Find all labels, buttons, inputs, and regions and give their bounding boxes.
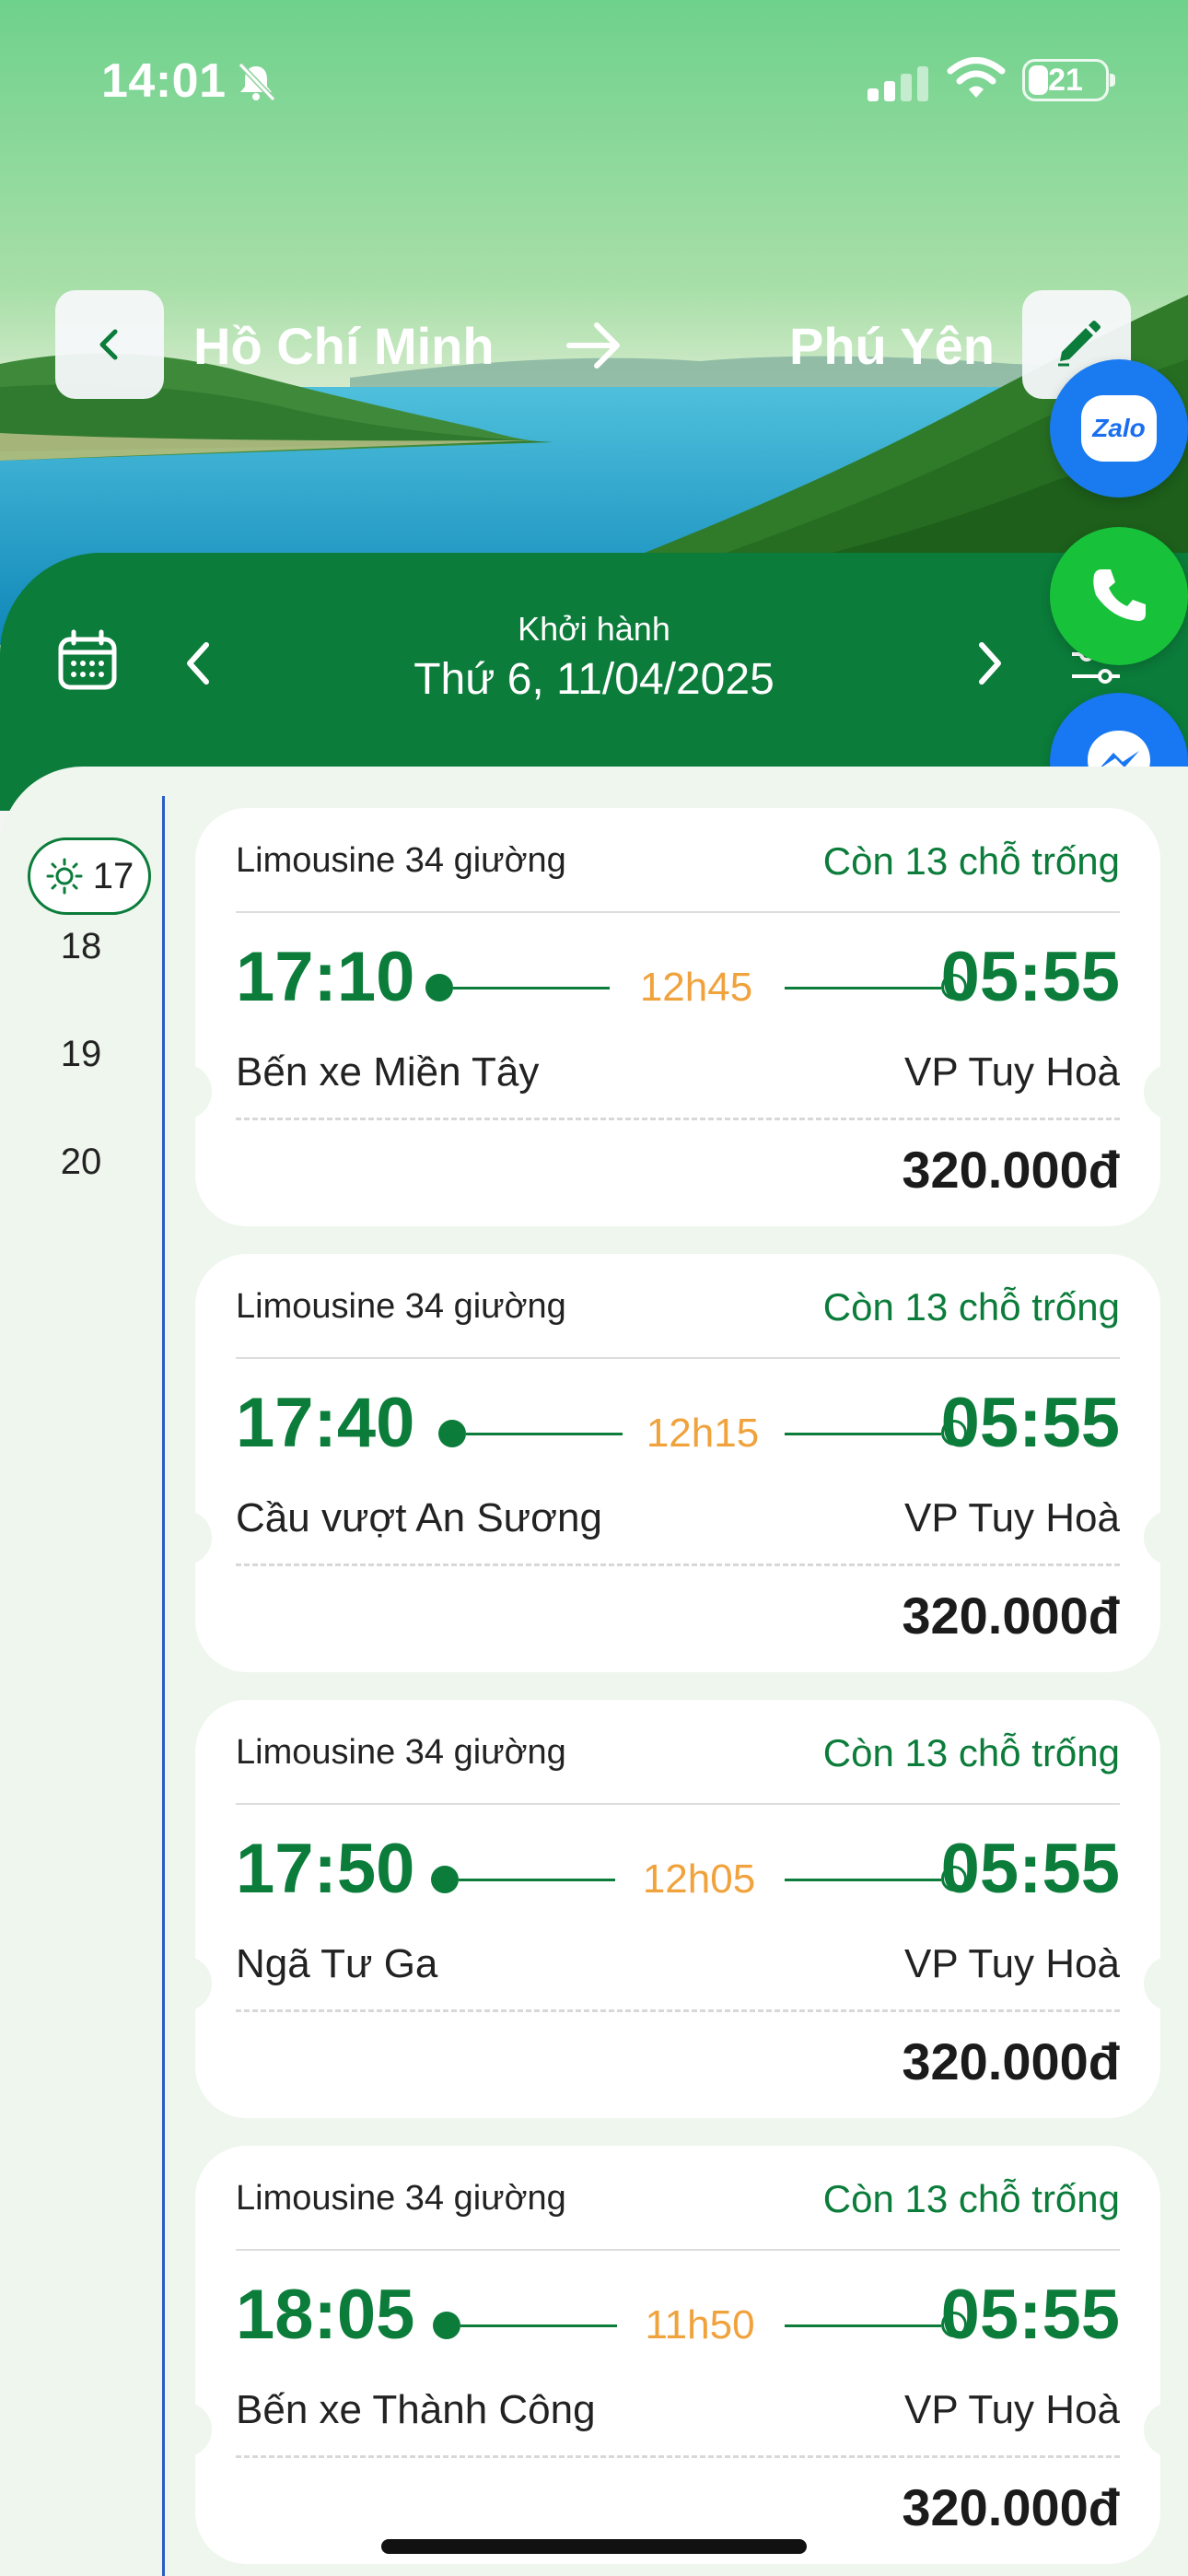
dashed-divider: [236, 2455, 1120, 2458]
bus-type: Limousine 34 giường: [236, 1733, 566, 1772]
departure-time: 18:05: [236, 2276, 415, 2354]
dropoff-station: VP Tuy Hoà: [904, 2387, 1120, 2432]
bell-muted-icon: [238, 62, 276, 102]
dropoff-station: VP Tuy Hoà: [904, 1049, 1120, 1095]
divider: [236, 911, 1120, 913]
dropoff-station: VP Tuy Hoà: [904, 1495, 1120, 1540]
arrow-right-icon: [566, 322, 620, 369]
origin-city: Hồ Chí Minh: [193, 317, 495, 375]
chevron-left-icon: [99, 329, 118, 360]
sun-icon: [46, 858, 83, 895]
pickup-station: Cầu vượt An Sương: [236, 1495, 602, 1540]
arrival-time: 05:55: [940, 1830, 1120, 1908]
arrival-time: 05:55: [940, 2276, 1120, 2354]
hour-item-19[interactable]: 19: [0, 1034, 162, 1075]
trip-card[interactable]: Limousine 34 giường Còn 13 chỗ trống 17:…: [179, 1254, 1177, 1672]
hour-item-17[interactable]: 17: [28, 837, 151, 915]
dashed-divider: [236, 1563, 1120, 1566]
ticket-price: 320.000đ: [902, 2032, 1120, 2090]
arrival-time: 05:55: [940, 1384, 1120, 1462]
timeline-divider: [162, 796, 165, 2576]
trip-card[interactable]: Limousine 34 giường Còn 13 chỗ trống 17:…: [179, 808, 1177, 1226]
arrival-time: 05:55: [940, 938, 1120, 1016]
divider: [236, 1357, 1120, 1359]
home-indicator[interactable]: [381, 2539, 807, 2554]
bus-type: Limousine 34 giường: [236, 2179, 566, 2218]
trip-timeline: 12h05: [431, 1856, 967, 1902]
cellular-signal-icon: [868, 66, 928, 101]
phone-icon: [1093, 569, 1146, 621]
route-header: Hồ Chí Minh Phú Yên: [0, 290, 1188, 401]
zalo-chat-button[interactable]: Zalo: [1050, 359, 1188, 498]
hour-label: 17: [92, 855, 134, 896]
ticket-price: 320.000đ: [902, 1587, 1120, 1645]
battery-level: 21: [1048, 63, 1083, 98]
destination-city: Phú Yên: [788, 317, 995, 375]
divider: [236, 2249, 1120, 2251]
departure-time: 17:50: [236, 1830, 415, 1908]
seats-available: Còn 13 chỗ trống: [822, 1731, 1120, 1774]
hour-item-20[interactable]: 20: [0, 1142, 162, 1183]
bus-type: Limousine 34 giường: [236, 1287, 566, 1326]
ticket-price: 320.000đ: [902, 1141, 1120, 1199]
battery-indicator: 21: [1022, 59, 1115, 101]
pickup-station: Ngã Tư Ga: [236, 1941, 438, 1986]
back-button[interactable]: [55, 290, 164, 399]
pickup-station: Bến xe Miền Tây: [236, 1049, 540, 1095]
trip-timeline: 12h15: [438, 1411, 967, 1456]
trip-card[interactable]: Limousine 34 giường Còn 13 chỗ trống 17:…: [179, 1700, 1177, 2118]
trip-timeline: 11h50: [433, 2302, 967, 2348]
departure-time: 17:40: [236, 1384, 415, 1462]
departure-time: 17:10: [236, 938, 415, 1016]
pickup-station: Bến xe Thành Công: [236, 2387, 596, 2432]
zalo-icon: Zalo: [1081, 395, 1157, 462]
dashed-divider: [236, 2009, 1120, 2012]
status-time: 14:01: [101, 54, 227, 108]
seats-available: Còn 13 chỗ trống: [822, 2177, 1120, 2220]
ticket-price: 320.000đ: [902, 2478, 1120, 2536]
next-date-button[interactable]: [967, 636, 1013, 691]
hour-item-18[interactable]: 18: [0, 926, 162, 967]
seats-available: Còn 13 chỗ trống: [822, 839, 1120, 883]
seats-available: Còn 13 chỗ trống: [822, 1285, 1120, 1329]
bus-type: Limousine 34 giường: [236, 841, 566, 880]
status-bar: 14:01 21: [0, 0, 1188, 157]
trip-card[interactable]: Limousine 34 giường Còn 13 chỗ trống 18:…: [179, 2146, 1177, 2564]
dropoff-station: VP Tuy Hoà: [904, 1941, 1120, 1986]
phone-call-button[interactable]: [1050, 527, 1188, 665]
app-screen: 14:01 21 Hồ Chí Minh Phú Yên Khởi hành T…: [0, 0, 1188, 2576]
divider: [236, 1803, 1120, 1805]
dashed-divider: [236, 1118, 1120, 1120]
trip-timeline: 12h45: [425, 965, 967, 1010]
wifi-icon: [947, 57, 1006, 98]
